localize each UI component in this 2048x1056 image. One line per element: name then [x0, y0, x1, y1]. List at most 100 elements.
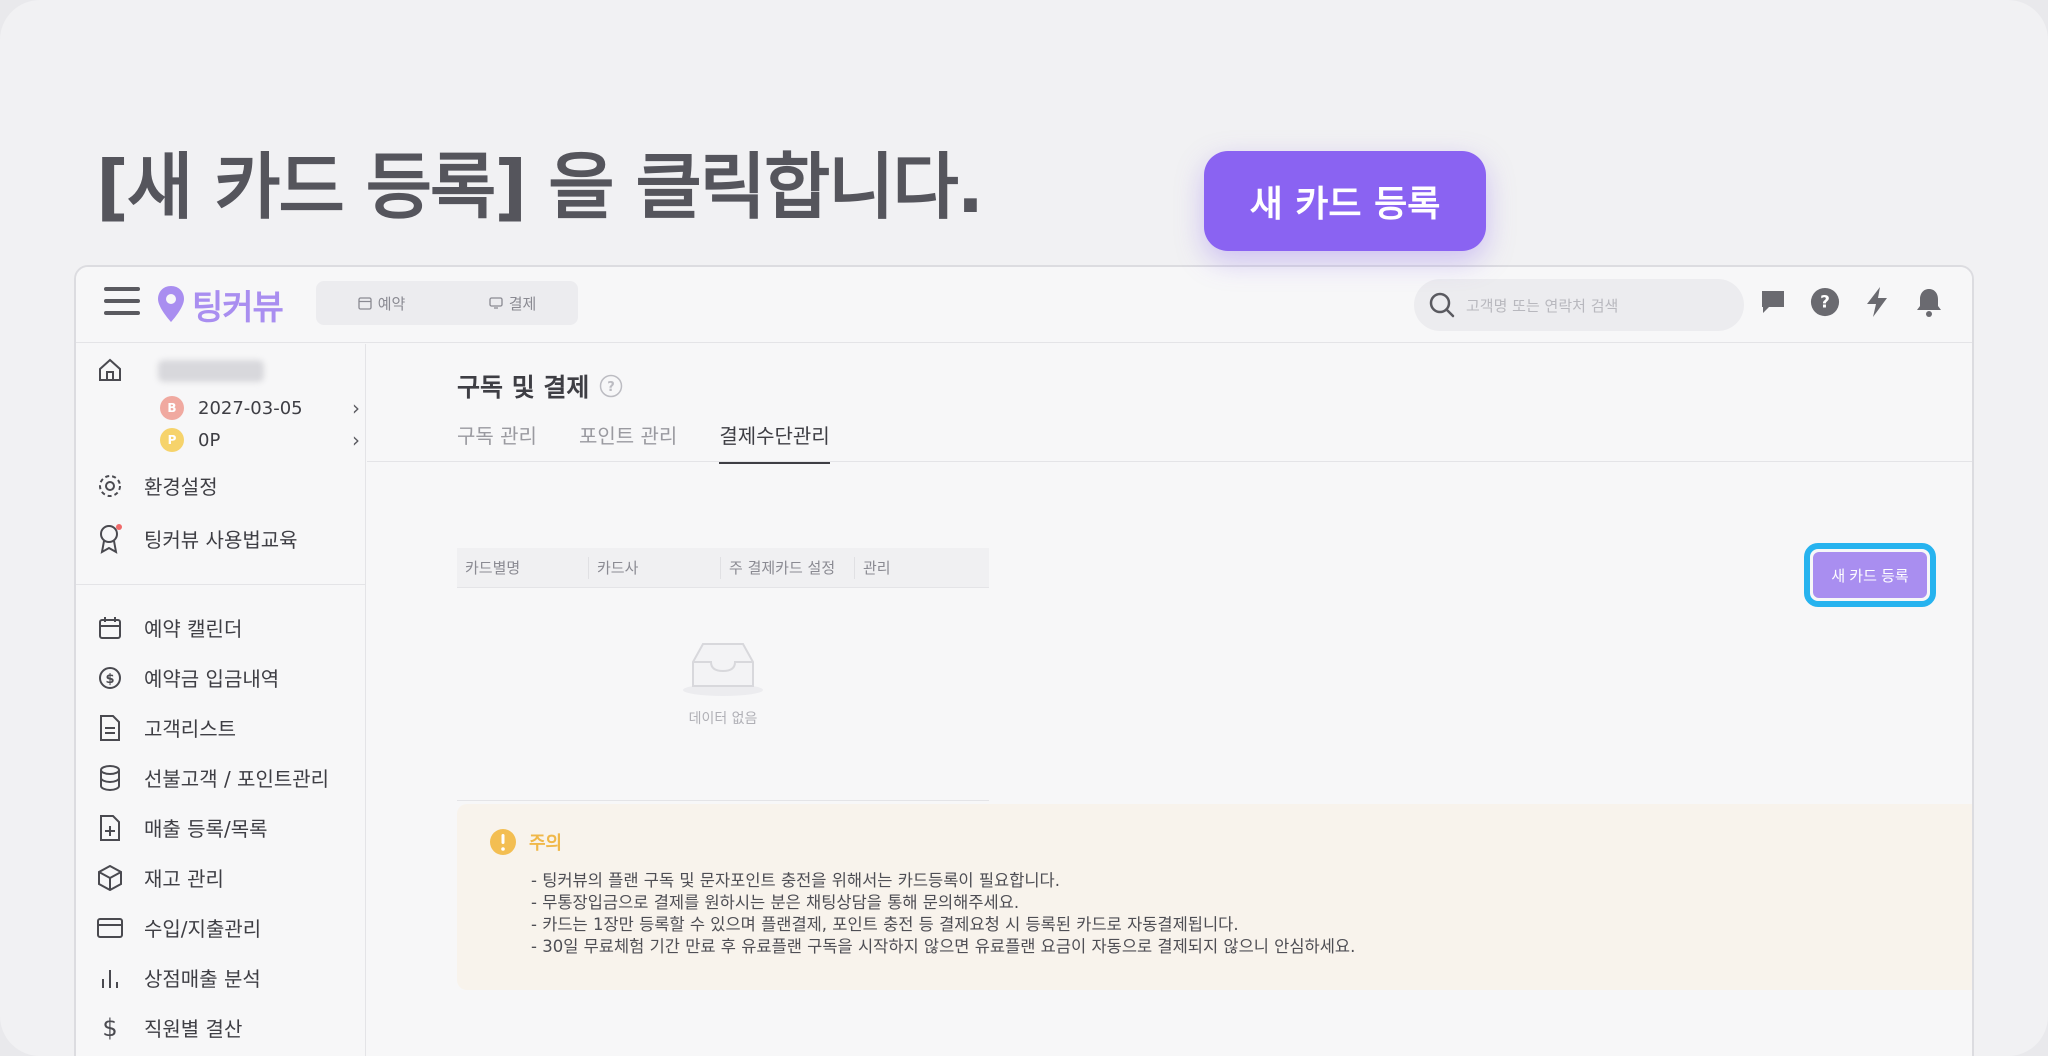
- bell-icon[interactable]: [1914, 285, 1944, 319]
- file-plus-icon: [96, 814, 124, 842]
- page-title: 구독 및 결제 ?: [457, 368, 623, 404]
- main-content: 구독 및 결제 ? 구독 관리 포인트 관리 결제수단관리 새 카드 등록 카드…: [367, 344, 1972, 1056]
- tutorial-callout: 새 카드 등록: [1204, 151, 1486, 251]
- top-tab-group: 예약 결제: [316, 281, 578, 325]
- sidebar-item-staff-settlement[interactable]: $ 직원별 결산: [96, 1013, 242, 1042]
- table-bottom-border: [457, 800, 989, 801]
- search-icon: [1429, 292, 1455, 318]
- user-name-blurred: [158, 360, 264, 382]
- home-icon: [96, 356, 124, 384]
- app-window: 팅커뷰 예약 결제 고객명 또는 연락처 검색 ? B 2027-03-05 ›…: [74, 265, 1974, 1056]
- sidebar-item-label: 직원별 결산: [144, 1017, 243, 1041]
- sidebar-item-customers[interactable]: 고객리스트: [96, 713, 236, 742]
- payment-icon: [489, 297, 503, 309]
- column-header-issuer: 카드사: [589, 556, 721, 579]
- top-tab-reservation[interactable]: 예약: [358, 293, 406, 314]
- sidebar-home[interactable]: [96, 356, 124, 384]
- sidebar: B 2027-03-05 › P 0P › 환경설정 팅커뷰 사용법교육 예약 …: [76, 344, 366, 1056]
- card-icon: [96, 914, 124, 942]
- search-placeholder: 고객명 또는 연락처 검색: [1466, 296, 1619, 315]
- sidebar-item-tutorial[interactable]: 팅커뷰 사용법교육: [96, 523, 298, 554]
- subscription-tabs: 구독 관리 포인트 관리 결제수단관리: [457, 420, 830, 464]
- card-table: 카드별명 카드사 주 결제카드 설정 관리 데이터 없음: [457, 548, 989, 801]
- sidebar-item-deposits[interactable]: $ 예약금 입금내역: [96, 663, 279, 692]
- chat-icon[interactable]: [1758, 285, 1788, 319]
- chevron-right-icon: ›: [352, 428, 360, 452]
- dollar-circle-icon: $: [96, 664, 124, 692]
- svg-text:$: $: [105, 672, 114, 687]
- points-row[interactable]: P 0P ›: [160, 428, 360, 452]
- tutorial-stage: [새 카드 등록] 을 클릭합니다. 팅커뷰 예약 결제 고객명 또는 연락처 …: [0, 0, 2048, 1056]
- notice-line: - 30일 무료체험 기간 만료 후 유료플랜 구독을 시작하지 않으면 유료플…: [531, 937, 1356, 956]
- empty-inbox-icon: [683, 643, 763, 696]
- calendar-icon: [96, 614, 124, 642]
- page-title-text: 구독 및 결제: [457, 373, 590, 402]
- sidebar-item-label: 상점매출 분석: [144, 967, 261, 991]
- sidebar-item-label: 고객리스트: [144, 717, 236, 741]
- notice-lines: - 팅커뷰의 플랜 구독 및 문자포인트 충전을 위해서는 카드등록이 필요합니…: [531, 870, 1355, 958]
- sidebar-item-label: 환경설정: [144, 475, 218, 499]
- tutorial-headline: [새 카드 등록] 을 클릭합니다.: [96, 145, 984, 229]
- sidebar-item-calendar[interactable]: 예약 캘린더: [96, 613, 242, 642]
- sidebar-item-analytics[interactable]: 상점매출 분석: [96, 963, 261, 992]
- sidebar-item-inventory[interactable]: 재고 관리: [96, 863, 224, 892]
- sidebar-item-prepaid[interactable]: 선불고객 / 포인트관리: [96, 763, 329, 792]
- subscription-date: 2027-03-05: [198, 397, 303, 419]
- empty-state: 데이터 없음: [457, 598, 989, 768]
- dollar-icon: $: [96, 1014, 124, 1042]
- notice-title: 주의: [529, 833, 563, 854]
- svg-text:?: ?: [608, 380, 616, 395]
- warning-icon: [490, 829, 516, 855]
- sidebar-item-label: 매출 등록/목록: [144, 817, 268, 841]
- sidebar-divider: [76, 584, 366, 585]
- notice-line: - 무통장입금으로 결제를 원하시는 분은 채팅상담을 통해 문의해주세요.: [531, 893, 1020, 912]
- subscription-date-row[interactable]: B 2027-03-05 ›: [160, 396, 360, 420]
- notice-line: - 팅커뷰의 플랜 구독 및 문자포인트 충전을 위해서는 카드등록이 필요합니…: [531, 871, 1060, 890]
- search-input[interactable]: 고객명 또는 연락처 검색: [1414, 279, 1744, 331]
- logo-pin-icon: [158, 286, 184, 322]
- menu-icon[interactable]: [104, 287, 140, 319]
- column-header-primary: 주 결제카드 설정: [721, 556, 855, 579]
- bar-chart-icon: [96, 964, 124, 992]
- points-value: 0P: [198, 429, 221, 451]
- box-icon: [96, 864, 124, 892]
- highlight-ring: [1804, 543, 1936, 607]
- top-bar: 팅커뷰 예약 결제 고객명 또는 연락처 검색 ?: [76, 267, 1972, 343]
- notice-box: 주의 - 팅커뷰의 플랜 구독 및 문자포인트 충전을 위해서는 카드등록이 필…: [457, 804, 1972, 990]
- sidebar-item-label: 수입/지출관리: [144, 917, 262, 941]
- top-tab-payment[interactable]: 결제: [489, 293, 537, 314]
- sidebar-item-label: 예약금 입금내역: [144, 667, 280, 691]
- sidebar-item-label: 재고 관리: [144, 867, 224, 891]
- notice-header: 주의: [489, 828, 562, 856]
- tab-points[interactable]: 포인트 관리: [579, 420, 677, 464]
- tab-payment-methods[interactable]: 결제수단관리: [719, 420, 830, 464]
- top-icon-group: ?: [1758, 285, 1944, 319]
- app-logo[interactable]: 팅커뷰: [156, 281, 284, 328]
- top-tab-reservation-label: 예약: [377, 294, 406, 313]
- top-tab-payment-label: 결제: [508, 294, 537, 313]
- gear-icon: [96, 472, 124, 500]
- column-header-manage: 관리: [863, 559, 891, 577]
- sidebar-item-label: 예약 캘린더: [144, 617, 243, 641]
- database-icon: [96, 764, 124, 792]
- help-circle-icon[interactable]: ?: [599, 374, 623, 398]
- empty-state-text: 데이터 없음: [688, 711, 758, 727]
- help-icon[interactable]: ?: [1810, 285, 1840, 319]
- document-icon: [96, 714, 124, 742]
- column-header-nickname: 카드별명: [457, 556, 589, 579]
- sidebar-item-label: 선불고객 / 포인트관리: [144, 767, 330, 791]
- sidebar-item-sales[interactable]: 매출 등록/목록: [96, 813, 268, 842]
- tab-subscription[interactable]: 구독 관리: [457, 420, 537, 464]
- tabs-divider: [367, 461, 1972, 462]
- badge-icon: [96, 523, 124, 554]
- points-badge: P: [160, 428, 184, 452]
- notice-line: - 카드는 1장만 등록할 수 있으며 플랜결제, 포인트 충전 등 결제요청 …: [531, 915, 1239, 934]
- sidebar-item-income-expense[interactable]: 수입/지출관리: [96, 913, 261, 942]
- calendar-icon: [358, 297, 372, 310]
- sidebar-item-settings[interactable]: 환경설정: [96, 471, 218, 500]
- bolt-icon[interactable]: [1862, 285, 1892, 319]
- svg-text:?: ?: [1820, 292, 1830, 312]
- plan-badge: B: [160, 396, 184, 420]
- svg-text:$: $: [102, 1015, 117, 1041]
- logo-text: 팅커뷰: [192, 287, 284, 328]
